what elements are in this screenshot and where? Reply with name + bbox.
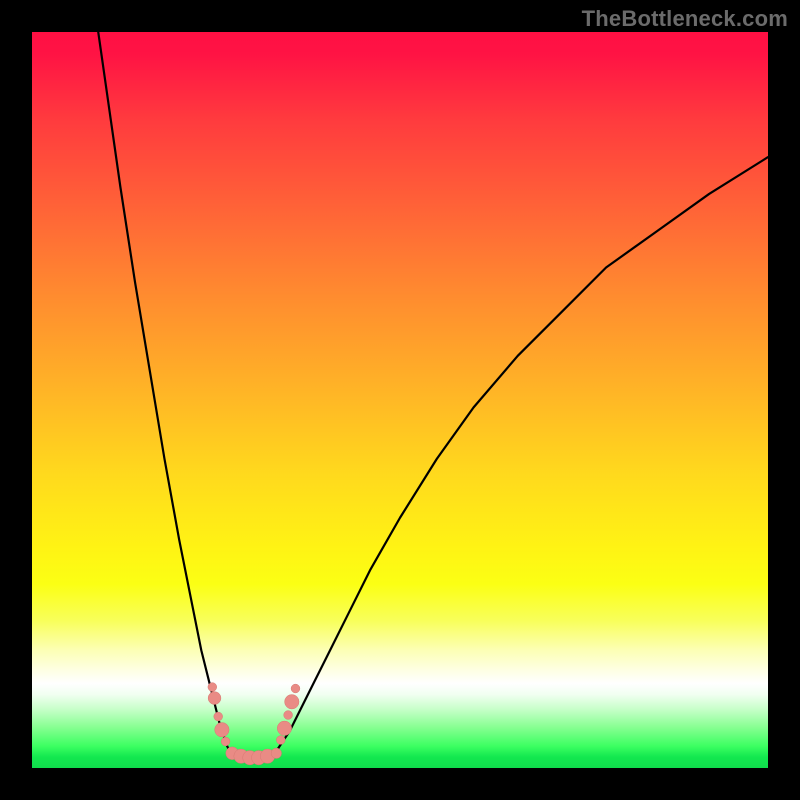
marker-point <box>276 736 285 745</box>
marker-point <box>277 721 291 735</box>
marker-point <box>221 737 230 746</box>
watermark-text: TheBottleneck.com <box>582 6 788 32</box>
curve-markers <box>208 683 300 765</box>
marker-point <box>291 684 300 693</box>
plot-area <box>32 32 768 768</box>
chart-svg <box>32 32 768 768</box>
curve-lines <box>98 32 768 762</box>
marker-point <box>271 748 281 758</box>
marker-point <box>208 683 217 692</box>
marker-point <box>285 695 299 709</box>
series-left-branch <box>98 32 230 753</box>
chart-frame: TheBottleneck.com <box>0 0 800 800</box>
marker-point <box>208 692 221 705</box>
marker-point <box>214 712 223 721</box>
series-right-branch <box>275 157 768 753</box>
marker-point <box>284 711 293 720</box>
marker-point <box>215 723 229 737</box>
